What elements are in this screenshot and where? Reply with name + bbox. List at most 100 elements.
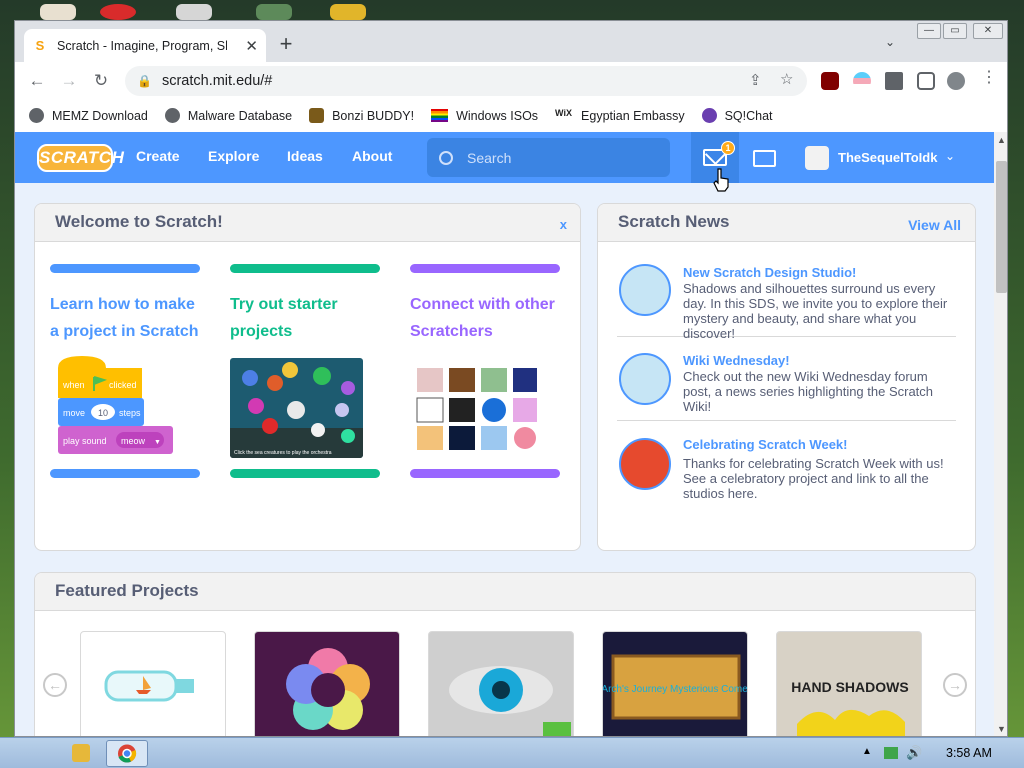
folder-taskbar-icon[interactable] <box>72 744 90 762</box>
scroll-down-icon[interactable]: ▼ <box>997 724 1006 734</box>
extensions-puzzle-icon[interactable] <box>885 72 903 90</box>
bookmark-item[interactable]: Malware Database <box>164 108 292 123</box>
back-icon[interactable]: ← <box>21 65 53 97</box>
meow-dropdown-text: meow <box>121 436 146 446</box>
desktop-icon[interactable] <box>40 4 76 20</box>
sea-creatures-image[interactable]: Click the sea creatures to play the orch… <box>230 358 363 458</box>
nav-ideas[interactable]: Ideas <box>287 148 323 164</box>
network-icon[interactable] <box>884 747 898 759</box>
message-count-badge: 1 <box>721 141 735 155</box>
eye-icon <box>449 666 571 736</box>
news-item-title[interactable]: Wiki Wednesday! <box>683 353 790 368</box>
learn-title[interactable]: Learn how to make a project in Scratch <box>50 291 200 345</box>
maximize-button[interactable]: ▭ <box>943 23 967 39</box>
desktop-icon[interactable] <box>176 4 212 20</box>
forward-icon[interactable]: → <box>53 65 85 97</box>
side-panel-icon[interactable] <box>917 72 935 90</box>
welcome-title: Welcome to Scratch! <box>55 212 223 231</box>
reload-icon[interactable]: ↻ <box>85 65 117 97</box>
close-window-button[interactable]: ✕ <box>973 23 1003 39</box>
bookmark-star-icon[interactable]: ☆ <box>780 70 793 88</box>
column-top-bar <box>410 264 560 273</box>
bookmark-label: Bonzi BUDDY! <box>332 108 415 123</box>
share-icon[interactable]: ⇪ <box>749 71 762 89</box>
nav-about[interactable]: About <box>352 148 392 164</box>
nav-create[interactable]: Create <box>136 148 180 164</box>
previous-arrow-icon[interactable]: ← <box>43 673 67 697</box>
lock-icon[interactable]: 🔒 <box>137 74 152 88</box>
scratch-page: SCRATCH Create Explore Ideas About 1 The… <box>15 132 1007 736</box>
news-item-title[interactable]: New Scratch Design Studio! <box>683 265 856 280</box>
bookmarks-bar: MEMZ Download Malware Database Bonzi BUD… <box>15 100 1007 131</box>
scratch-logo[interactable]: SCRATCH <box>37 144 124 172</box>
project-thumbnail[interactable] <box>428 631 574 736</box>
new-tab-button[interactable]: + <box>274 33 298 57</box>
avatar[interactable] <box>805 146 829 170</box>
address-bar[interactable]: 🔒 scratch.mit.edu/# ⇪ ☆ <box>125 66 807 96</box>
connect-title[interactable]: Connect with other Scratchers <box>410 291 560 345</box>
news-item[interactable]: Celebrating Scratch Week! Thanks for cel… <box>617 421 956 521</box>
code-blocks-image[interactable]: when clicked move 10 steps play sound me… <box>52 356 176 460</box>
bookmark-label: Egyptian Embassy <box>581 108 685 123</box>
bookmark-label: Windows ISOs <box>456 108 539 123</box>
project-thumbnail[interactable]: Arch's Journey Mysterious Comet <box>602 631 748 736</box>
desktop-icon[interactable] <box>256 4 292 20</box>
scratch-favicon-icon: S <box>35 37 45 53</box>
minimize-button[interactable]: — <box>917 23 941 39</box>
username[interactable]: TheSequelToIdk <box>838 150 937 165</box>
page-scrollbar[interactable]: ▲ ▼ <box>994 132 1007 736</box>
starter-column[interactable]: Try out starter projects <box>230 264 380 345</box>
bookmark-item[interactable]: WiX Egyptian Embassy <box>555 108 685 123</box>
project-thumbnail[interactable]: HAND SHADOWS <box>776 631 922 736</box>
start-button[interactable] <box>4 741 56 766</box>
move-steps-value: 10 <box>98 408 108 418</box>
profile-icon[interactable] <box>947 72 965 90</box>
chrome-taskbar-button[interactable] <box>106 740 148 767</box>
welcome-box: Welcome to Scratch! x Learn how to make … <box>34 203 581 551</box>
news-header: Scratch News View All <box>598 204 975 242</box>
chevron-down-icon[interactable]: ⌄ <box>945 149 955 163</box>
scroll-up-icon[interactable]: ▲ <box>997 135 1006 145</box>
project-thumbnail[interactable] <box>254 631 400 736</box>
ublock-extension-icon[interactable] <box>821 72 839 90</box>
search-box[interactable] <box>427 138 670 177</box>
tab-scratch[interactable]: S Scratch - Imagine, Program, Share ✕ <box>24 29 266 62</box>
volume-icon[interactable]: 🔊 <box>906 745 922 761</box>
next-arrow-icon[interactable]: → <box>943 673 967 697</box>
svg-text:▼: ▼ <box>154 439 161 446</box>
news-item[interactable]: New Scratch Design Studio! Shadows and s… <box>617 257 956 341</box>
search-icon <box>439 150 453 165</box>
bookmark-item[interactable]: SQ!Chat <box>701 108 773 123</box>
search-input[interactable] <box>467 149 647 166</box>
learn-column[interactable]: Learn how to make a project in Scratch <box>50 264 200 345</box>
my-stuff-folder-icon[interactable] <box>753 150 776 167</box>
view-all-link[interactable]: View All <box>908 217 961 233</box>
tray-up-arrow-icon[interactable]: ▲ <box>862 746 872 757</box>
bookmark-item[interactable]: MEMZ Download <box>29 108 148 123</box>
tab-search-chevron-icon[interactable]: ⌄ <box>885 35 895 49</box>
connect-bottom-bar <box>410 469 560 478</box>
clicked-block-text: clicked <box>109 380 137 390</box>
close-tab-icon[interactable]: ✕ <box>245 37 258 55</box>
system-clock[interactable]: 3:58 AM <box>946 746 992 760</box>
scratchers-avatars-image[interactable] <box>413 366 539 452</box>
project-thumbnail[interactable] <box>80 631 226 736</box>
bottle-boat-icon <box>104 670 194 702</box>
nav-explore[interactable]: Explore <box>208 148 259 164</box>
scrollbar-thumb[interactable] <box>996 161 1007 293</box>
news-item-title[interactable]: Celebrating Scratch Week! <box>683 437 847 452</box>
rainbow-flag-icon <box>431 109 449 122</box>
menu-kebab-icon[interactable]: ⋮ <box>981 70 997 89</box>
bookmark-item[interactable]: Bonzi BUDDY! <box>309 108 414 123</box>
scratch-cat-icon <box>619 438 671 490</box>
starter-title[interactable]: Try out starter projects <box>230 291 350 345</box>
when-block-text: when <box>62 380 85 390</box>
connect-column[interactable]: Connect with other Scratchers <box>410 264 560 345</box>
desktop-icon[interactable] <box>330 4 366 20</box>
news-item[interactable]: Wiki Wednesday! Check out the new Wiki W… <box>617 337 956 421</box>
flag-extension-icon[interactable] <box>853 72 871 90</box>
bookmark-item[interactable]: Windows ISOs <box>431 109 538 123</box>
desktop-icon[interactable] <box>100 4 136 20</box>
close-welcome-button[interactable]: x <box>560 217 567 232</box>
news-box: Scratch News View All New Scratch Design… <box>597 203 976 551</box>
